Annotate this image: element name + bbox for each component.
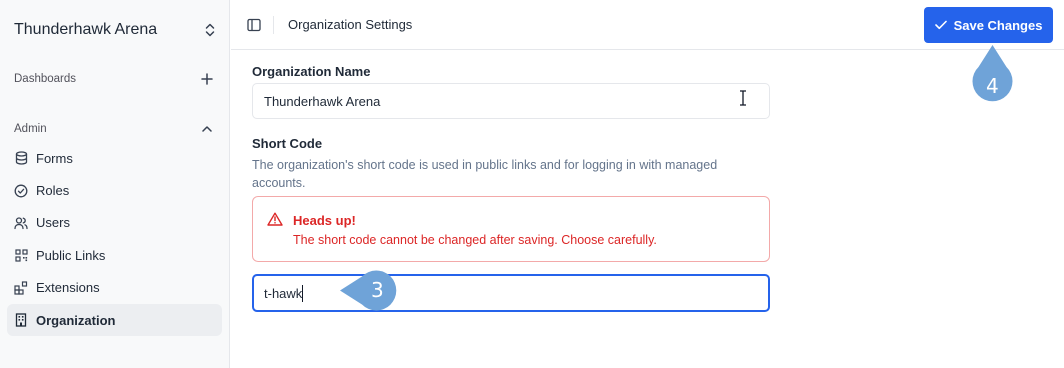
- sidebar-item-label: Organization: [36, 312, 116, 328]
- sidebar-item-label: Roles: [36, 183, 70, 199]
- topbar-divider: [273, 16, 274, 34]
- blocks-icon: [14, 281, 28, 295]
- sidebar-item-forms[interactable]: Forms: [7, 142, 222, 174]
- panel-left-icon[interactable]: [246, 17, 262, 33]
- users-icon: [14, 216, 28, 230]
- alert-triangle-icon: [267, 212, 283, 226]
- sidebar-item-extensions[interactable]: Extensions: [7, 272, 222, 304]
- text-caret: [302, 285, 303, 302]
- database-icon: [14, 151, 28, 165]
- org-name: Thunderhawk Arena: [14, 21, 158, 38]
- alert-title: Heads up!: [293, 213, 356, 228]
- step-marker-3-label: 3: [371, 278, 384, 302]
- admin-nav: Forms Roles Users Public Links Extension…: [7, 142, 222, 337]
- chevrons-up-down-icon: [204, 22, 216, 38]
- chevron-up-icon[interactable]: [199, 121, 215, 137]
- alert-message: The short code cannot be changed after s…: [293, 233, 657, 247]
- org-switcher[interactable]: Thunderhawk Arena: [14, 18, 216, 42]
- sidebar-item-organization[interactable]: Organization: [7, 303, 222, 337]
- section-label-admin: Admin: [14, 123, 47, 135]
- save-changes-button[interactable]: Save Changes: [924, 7, 1053, 43]
- step-marker-3: [340, 270, 397, 311]
- save-button-label: Save Changes: [953, 17, 1043, 33]
- short-code-label: Short Code: [252, 136, 323, 151]
- sidebar-item-roles[interactable]: Roles: [7, 174, 222, 206]
- org-name-label: Organization Name: [252, 64, 371, 79]
- qr-code-icon: [14, 248, 28, 262]
- sidebar-item-label: Users: [36, 215, 70, 231]
- sidebar-item-label: Extensions: [36, 280, 100, 296]
- text-cursor-icon: [738, 90, 748, 106]
- section-label-dashboards: Dashboards: [14, 73, 77, 85]
- plus-icon[interactable]: [199, 71, 215, 87]
- short-code-input[interactable]: [252, 274, 770, 312]
- building-icon: [14, 313, 28, 327]
- org-name-input[interactable]: [252, 83, 770, 119]
- step-marker-4-label: 4: [986, 74, 999, 98]
- sidebar-item-label: Forms: [36, 150, 73, 166]
- sidebar: Thunderhawk Arena Dashboards Admin Forms…: [0, 0, 230, 368]
- warning-alert: Heads up! The short code cannot be chang…: [252, 196, 770, 262]
- check-circle-icon: [14, 184, 28, 198]
- sidebar-item-users[interactable]: Users: [7, 207, 222, 239]
- short-code-help-text: The organization's short code is used in…: [252, 158, 718, 190]
- topbar: Organization Settings Save Changes: [231, 0, 1064, 50]
- check-icon: [934, 18, 947, 33]
- sidebar-item-label: Public Links: [36, 247, 106, 263]
- page-title: Organization Settings: [288, 17, 413, 32]
- sidebar-item-public-links[interactable]: Public Links: [7, 239, 222, 271]
